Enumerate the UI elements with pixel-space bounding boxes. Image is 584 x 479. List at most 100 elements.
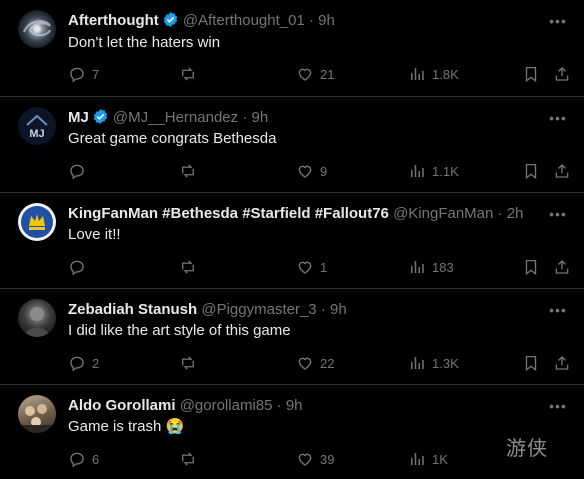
tweet-card[interactable]: Afterthought @Afterthought_01 · 9h ••• Do…: [0, 0, 584, 97]
views-button[interactable]: 183: [408, 257, 454, 277]
action-bar: 9 1.1K: [68, 161, 572, 181]
like-button[interactable]: 9: [296, 161, 327, 181]
separator: ·: [276, 397, 282, 414]
reply-icon: [70, 67, 84, 83]
author-handle[interactable]: @Afterthought_01: [183, 12, 305, 29]
repost-icon: [182, 452, 194, 466]
repost-button[interactable]: [179, 161, 203, 181]
repost-button[interactable]: [179, 353, 203, 373]
tweet-header: Aldo Gorollami @gorollami85 · 9h: [68, 396, 538, 416]
bookmark-button[interactable]: [522, 64, 540, 84]
like-icon: [298, 165, 312, 178]
views-icon: [411, 357, 424, 369]
views-count: 1.8K: [432, 66, 459, 82]
timestamp[interactable]: 9h: [286, 397, 303, 414]
author-name[interactable]: Aldo Gorollami: [68, 397, 176, 414]
avatar[interactable]: [18, 395, 56, 433]
author-name[interactable]: Zebadiah Stanush: [68, 301, 197, 318]
like-icon: [298, 68, 312, 81]
separator: ·: [308, 12, 314, 29]
author-name[interactable]: Afterthought: [68, 12, 159, 29]
tweet-header: Afterthought @Afterthought_01 · 9h: [68, 11, 538, 31]
share-button[interactable]: [553, 64, 571, 84]
like-button[interactable]: 1: [296, 257, 327, 277]
mj-logo-avatar-icon: MJ: [26, 114, 48, 140]
timestamp[interactable]: 2h: [507, 205, 524, 222]
reply-button[interactable]: 6: [68, 449, 99, 469]
like-count: 22: [320, 355, 335, 371]
reply-button[interactable]: 7: [68, 64, 99, 84]
views-count: 1.1K: [432, 163, 459, 179]
svg-text:MJ: MJ: [29, 128, 44, 140]
share-button[interactable]: [553, 161, 571, 181]
like-button[interactable]: 39: [296, 449, 334, 469]
author-handle[interactable]: @Piggymaster_3: [201, 301, 316, 318]
share-icon: [555, 67, 569, 81]
more-icon[interactable]: •••: [546, 399, 570, 419]
bookmark-button[interactable]: [522, 161, 540, 181]
tweet-card[interactable]: KingFanMan #Bethesda #Starfield #Fallout…: [0, 193, 584, 289]
views-button[interactable]: 1.3K: [408, 353, 459, 373]
tweet-text: I did like the art style of this game: [68, 322, 291, 339]
reply-icon: [70, 452, 84, 468]
avatar[interactable]: [18, 203, 56, 241]
share-button[interactable]: [553, 257, 571, 277]
bookmark-button[interactable]: [522, 257, 540, 277]
repost-icon: [182, 356, 194, 370]
author-name[interactable]: MJ: [68, 109, 89, 126]
more-icon[interactable]: •••: [546, 207, 570, 227]
bookmark-button[interactable]: [522, 353, 540, 373]
tweet-card[interactable]: Zebadiah Stanush @Piggymaster_3 · 9h •••…: [0, 289, 584, 385]
like-count: 9: [320, 163, 328, 179]
like-button[interactable]: 21: [296, 64, 334, 84]
author-name[interactable]: KingFanMan #Bethesda #Starfield #Fallout…: [68, 205, 389, 222]
reply-count: 2: [92, 355, 100, 371]
views-button[interactable]: 1.8K: [408, 64, 459, 84]
views-icon: [411, 261, 424, 273]
person-avatar-icon: [24, 307, 50, 337]
like-count: 1: [320, 259, 328, 275]
reply-button[interactable]: [68, 161, 92, 181]
separator: ·: [320, 301, 326, 318]
repost-button[interactable]: [179, 257, 203, 277]
views-count: 183: [432, 259, 454, 275]
tweet-header: KingFanMan #Bethesda #Starfield #Fallout…: [68, 204, 538, 224]
reply-icon: [70, 260, 84, 276]
avatar[interactable]: [18, 10, 56, 48]
crown-badge-avatar-icon: [21, 206, 53, 238]
author-handle[interactable]: @gorollami85: [180, 397, 273, 414]
reply-button[interactable]: 2: [68, 353, 99, 373]
bookmark-icon: [525, 355, 537, 372]
repost-button[interactable]: [179, 64, 203, 84]
reply-count: 6: [92, 451, 100, 467]
views-button[interactable]: 1K: [408, 449, 448, 469]
views-icon: [411, 165, 424, 177]
more-icon[interactable]: •••: [546, 303, 570, 323]
reply-icon: [70, 356, 84, 372]
timestamp[interactable]: 9h: [318, 12, 335, 29]
timestamp[interactable]: 9h: [251, 109, 268, 126]
action-bar: 6 39 1K: [68, 449, 572, 469]
group-photo-avatar-icon: [22, 404, 52, 433]
views-button[interactable]: 1.1K: [408, 161, 459, 181]
views-count: 1K: [432, 451, 448, 467]
more-icon[interactable]: •••: [546, 14, 570, 34]
repost-icon: [182, 67, 194, 81]
tweet-card[interactable]: Aldo Gorollami @gorollami85 · 9h ••• Gam…: [0, 385, 584, 479]
reply-button[interactable]: [68, 257, 92, 277]
share-button[interactable]: [553, 353, 571, 373]
repost-icon: [182, 260, 194, 274]
author-handle[interactable]: @KingFanMan: [393, 205, 493, 222]
tweet-header: MJ @MJ__Hernandez · 9h: [68, 108, 538, 128]
like-button[interactable]: 22: [296, 353, 334, 373]
avatar[interactable]: MJ: [18, 107, 56, 145]
tweet-card[interactable]: MJ MJ @MJ__Hernandez · 9h ••• Great game …: [0, 97, 584, 193]
avatar[interactable]: [18, 299, 56, 337]
author-handle[interactable]: @MJ__Hernandez: [113, 109, 238, 126]
more-icon[interactable]: •••: [546, 111, 570, 131]
repost-button[interactable]: [179, 449, 203, 469]
repost-icon: [182, 164, 194, 178]
verified-badge-icon: [163, 12, 177, 27]
timestamp[interactable]: 9h: [330, 301, 347, 318]
reply-count: 7: [92, 66, 100, 82]
